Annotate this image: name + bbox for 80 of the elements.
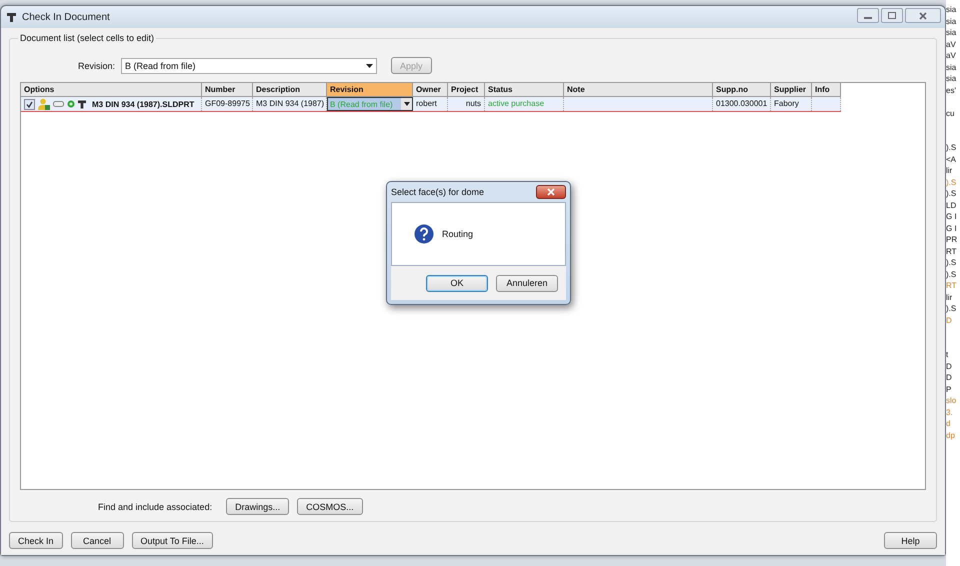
bolt-icon [78, 98, 86, 110]
background-text: lir [946, 165, 954, 176]
column-header[interactable]: Note [564, 83, 713, 97]
window-title: Check In Document [22, 12, 110, 22]
background-text: cu [946, 108, 956, 119]
maximize-icon[interactable] [888, 12, 896, 19]
column-header[interactable]: Number [202, 83, 253, 97]
minimize-button[interactable] [857, 8, 879, 23]
column-header[interactable]: Owner [413, 83, 448, 97]
table-cell: robert [413, 97, 448, 111]
background-text: 3. [946, 406, 954, 418]
background-text: d [946, 418, 952, 430]
background-text: P [946, 384, 952, 395]
background-text: ).S [946, 268, 958, 280]
revision-dropdown[interactable]: B (Read from file) [121, 58, 378, 74]
action-button[interactable]: Check In [9, 532, 63, 549]
table-cell: 01300.030001 [713, 97, 771, 111]
background-text: ).S [946, 188, 958, 200]
associated-label: Find and include associated: [98, 502, 212, 512]
close-button[interactable] [536, 185, 566, 199]
background-text: G I [946, 222, 958, 234]
question-icon [414, 224, 434, 244]
background-text: ).S [946, 257, 958, 268]
maximize-button[interactable] [881, 8, 903, 23]
dialog-message: Routing [442, 229, 474, 239]
column-header[interactable]: Options [21, 83, 202, 97]
dropdown-arrow-icon[interactable] [366, 64, 374, 68]
background-text: lir [946, 292, 954, 303]
background-text: es' [946, 84, 957, 96]
bolt-icon [7, 12, 16, 22]
background-text: ).S [946, 176, 958, 188]
background-text: aV [946, 50, 957, 62]
dialog-title: Select face(s) for dome [391, 187, 484, 197]
background-text: dp [946, 430, 956, 441]
background-text: aV [946, 38, 957, 50]
background-text: PR [946, 234, 958, 246]
background-text: LD [946, 200, 958, 211]
background-text: D [946, 360, 953, 372]
column-header[interactable]: Supp.no [713, 83, 771, 97]
column-header[interactable]: Info [812, 83, 841, 97]
background-text: slo [946, 395, 958, 406]
background-text: sia [946, 4, 958, 16]
dialog-button[interactable]: OK [426, 274, 488, 292]
checkbox[interactable] [24, 98, 35, 110]
column-header[interactable]: Supplier [771, 83, 812, 97]
associated-button[interactable]: COSMOS... [297, 498, 363, 515]
action-button[interactable]: Cancel [70, 532, 124, 549]
column-header[interactable]: Status [485, 83, 564, 97]
column-header[interactable]: Project [448, 83, 485, 97]
table-cell: active purchase [485, 97, 564, 111]
comment-icon [53, 101, 64, 107]
background-text: ).S [946, 303, 958, 314]
background-text: RT [946, 246, 958, 257]
background-text: sia [946, 73, 958, 84]
background-text: sia [946, 27, 958, 38]
background-text: ).S [946, 142, 958, 154]
close-button[interactable] [905, 8, 941, 23]
table-cell: nuts [448, 97, 485, 111]
column-header[interactable]: Description [253, 83, 327, 97]
background-text: sia [946, 62, 958, 73]
group-title: Document list (select cells to edit) [18, 33, 156, 43]
revision-label: Revision: [78, 60, 116, 70]
background-text: t [946, 349, 950, 360]
table-cell: GF09-89975 [202, 97, 253, 111]
user-icon [38, 98, 50, 110]
action-button[interactable]: Output To File... [132, 532, 213, 549]
help-button[interactable]: Help [884, 532, 937, 549]
close-icon[interactable] [919, 12, 927, 20]
background-text: sia [946, 16, 958, 27]
background-text: D [946, 314, 953, 326]
table-cell: Fabory [771, 97, 812, 111]
status-dot-icon [67, 100, 75, 108]
background-text: G I [946, 211, 958, 222]
file-name: M3 DIN 934 (1987).SLDPRT [92, 100, 194, 108]
column-header[interactable]: Revision [327, 83, 413, 97]
background-text: D [946, 372, 953, 384]
dialog-button[interactable]: Annuleren [496, 274, 558, 292]
background-text: <A [946, 154, 958, 165]
associated-button[interactable]: Drawings... [226, 498, 290, 515]
background-text: RT [946, 280, 958, 292]
